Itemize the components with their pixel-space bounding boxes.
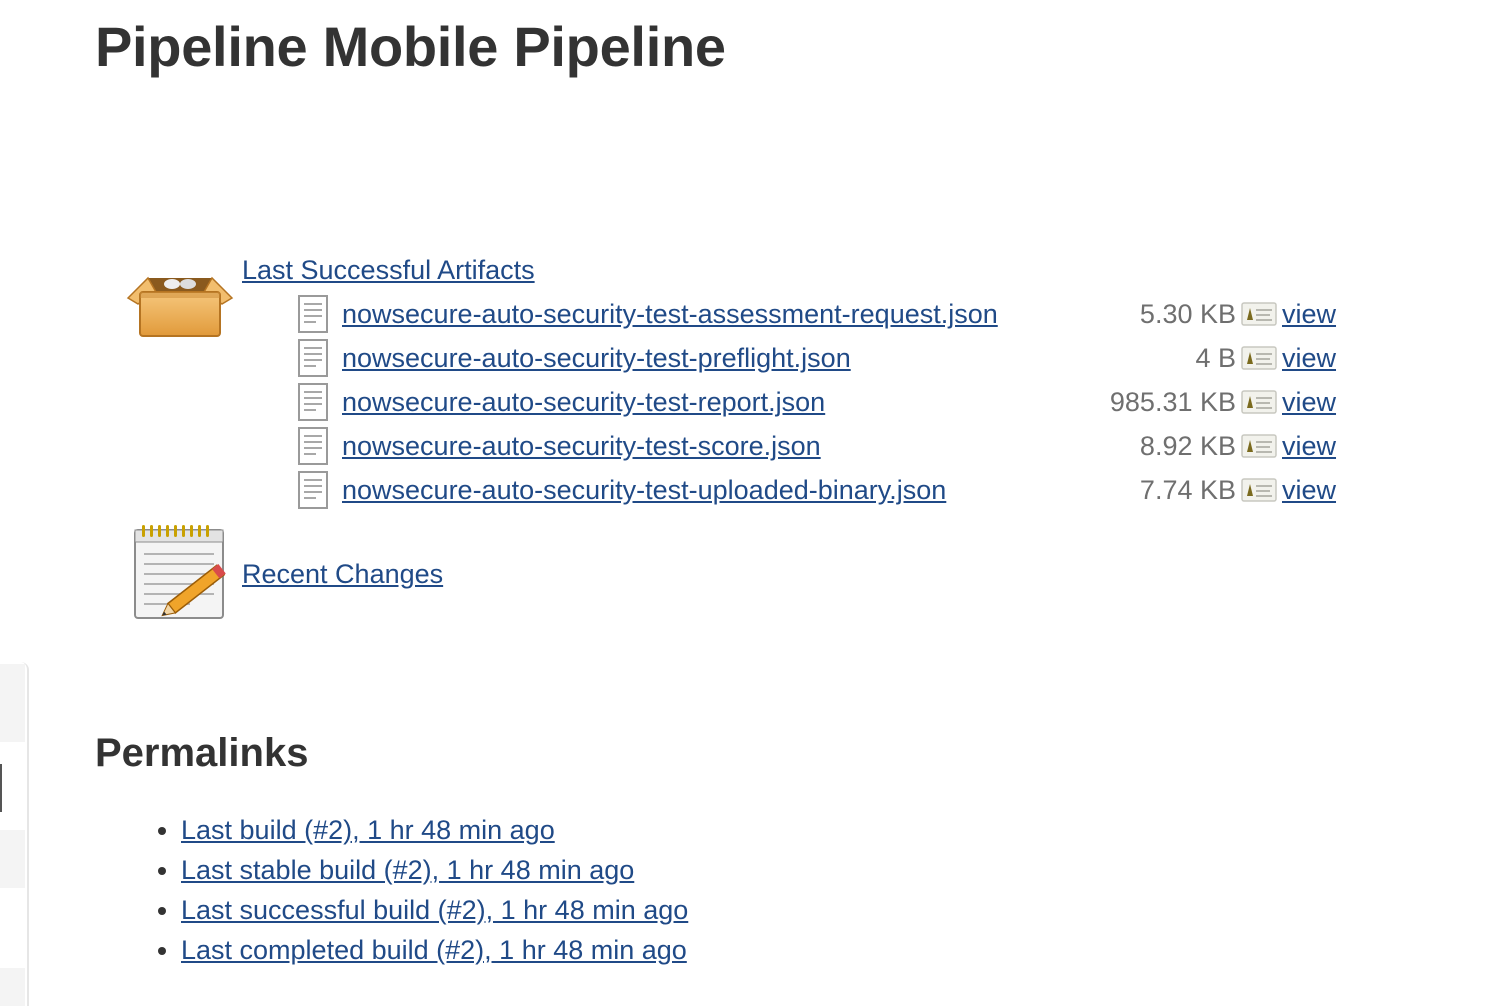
file-icon bbox=[298, 427, 342, 465]
sidebar-edge bbox=[0, 662, 29, 1006]
file-icon bbox=[298, 295, 342, 333]
sidebar-block bbox=[0, 664, 25, 742]
artifact-row: nowsecure-auto-security-test-score.json 8… bbox=[298, 424, 1336, 468]
fingerprint-icon[interactable] bbox=[1241, 346, 1277, 370]
sidebar-block bbox=[0, 968, 25, 1006]
permalink-item: Last build (#2), 1 hr 48 min ago bbox=[181, 810, 688, 850]
fingerprint-icon[interactable] bbox=[1241, 302, 1277, 326]
artifact-row: nowsecure-auto-security-test-assessment-… bbox=[298, 292, 1336, 336]
artifact-file-link[interactable]: nowsecure-auto-security-test-uploaded-bi… bbox=[342, 475, 946, 505]
file-icon bbox=[298, 471, 342, 509]
sidebar-marker bbox=[0, 764, 2, 812]
artifact-view-link[interactable]: view bbox=[1282, 387, 1336, 417]
artifacts-table: nowsecure-auto-security-test-assessment-… bbox=[298, 292, 1336, 512]
permalink-item: Last successful build (#2), 1 hr 48 min … bbox=[181, 890, 688, 930]
package-box-icon bbox=[126, 264, 234, 345]
file-icon bbox=[298, 339, 342, 377]
artifact-row: nowsecure-auto-security-test-uploaded-bi… bbox=[298, 468, 1336, 512]
artifact-size: 985.31 KB bbox=[1109, 386, 1236, 417]
artifact-row: nowsecure-auto-security-test-preflight.j… bbox=[298, 336, 1336, 380]
sidebar-block bbox=[0, 830, 25, 888]
artifact-row: nowsecure-auto-security-test-report.json… bbox=[298, 380, 1336, 424]
permalink-link[interactable]: Last completed build (#2), 1 hr 48 min a… bbox=[181, 935, 687, 965]
artifact-view-link[interactable]: view bbox=[1282, 343, 1336, 373]
artifact-view-link[interactable]: view bbox=[1282, 431, 1336, 461]
artifact-size: 5.30 KB bbox=[1139, 298, 1236, 329]
permalink-item: Last stable build (#2), 1 hr 48 min ago bbox=[181, 850, 688, 890]
permalink-link[interactable]: Last build (#2), 1 hr 48 min ago bbox=[181, 815, 555, 845]
artifact-file-link[interactable]: nowsecure-auto-security-test-assessment-… bbox=[342, 299, 998, 329]
artifact-view-link[interactable]: view bbox=[1282, 299, 1336, 329]
fingerprint-icon[interactable] bbox=[1241, 434, 1277, 458]
artifact-file-link[interactable]: nowsecure-auto-security-test-score.json bbox=[342, 431, 821, 461]
file-icon bbox=[298, 383, 342, 421]
last-successful-artifacts-link[interactable]: Last Successful Artifacts bbox=[242, 254, 535, 286]
artifact-size: 8.92 KB bbox=[1139, 430, 1236, 461]
recent-changes-link[interactable]: Recent Changes bbox=[242, 558, 443, 590]
artifact-file-link[interactable]: nowsecure-auto-security-test-preflight.j… bbox=[342, 343, 851, 373]
permalinks-heading: Permalinks bbox=[95, 731, 309, 775]
job-page: Pipeline Mobile Pipeline Last Successful… bbox=[0, 0, 1492, 1006]
permalink-item: Last completed build (#2), 1 hr 48 min a… bbox=[181, 930, 688, 970]
notepad-pencil-icon bbox=[130, 524, 234, 629]
artifact-file-link[interactable]: nowsecure-auto-security-test-report.json bbox=[342, 387, 825, 417]
page-title: Pipeline Mobile Pipeline bbox=[95, 15, 726, 78]
artifact-view-link[interactable]: view bbox=[1282, 475, 1336, 505]
permalink-link[interactable]: Last stable build (#2), 1 hr 48 min ago bbox=[181, 855, 634, 885]
artifact-size: 4 B bbox=[1195, 342, 1236, 373]
fingerprint-icon[interactable] bbox=[1241, 390, 1277, 414]
artifact-size: 7.74 KB bbox=[1139, 474, 1236, 505]
permalink-link[interactable]: Last successful build (#2), 1 hr 48 min … bbox=[181, 895, 688, 925]
permalinks-list: Last build (#2), 1 hr 48 min ago Last sta… bbox=[150, 810, 688, 970]
fingerprint-icon[interactable] bbox=[1241, 478, 1277, 502]
